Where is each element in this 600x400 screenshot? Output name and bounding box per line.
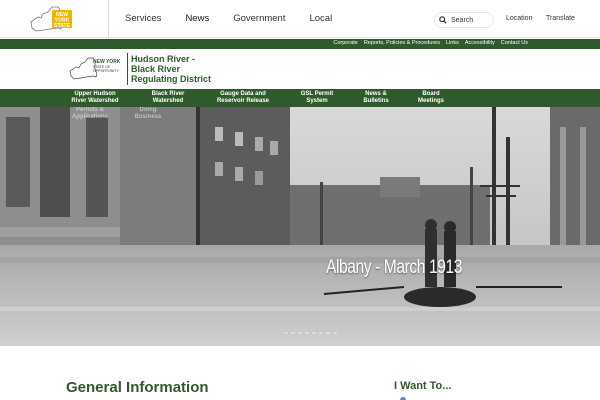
agency-nav-upper-hudson[interactable]: Upper Hudson River Watershed	[62, 91, 128, 105]
nys-opportunity-logo[interactable]: NEW YORK STATE OF OPPORTUNITY.	[68, 53, 128, 83]
search-input[interactable]: Search	[434, 12, 494, 28]
global-header: NEW YORK STATE Services News Government …	[0, 0, 600, 38]
ghost-label-line: Permits &	[75, 107, 104, 113]
nav-label-line: Meetings	[417, 98, 444, 104]
nav-label-line: Black River	[151, 91, 185, 97]
main-nav: Services News Government Local	[125, 13, 356, 24]
agency-nav: Upper Hudson River Watershed Black River W…	[0, 89, 600, 107]
i-want-to-heading: I Want To...	[394, 380, 452, 392]
nav-item-services[interactable]: Services	[125, 13, 161, 24]
location-link[interactable]: Location	[506, 15, 532, 22]
util-link-corporate[interactable]: Corporate	[333, 40, 357, 46]
hero-caption: Albany - March 1913	[326, 257, 462, 278]
nav-label-line: Board	[422, 91, 440, 97]
nav-label-line: Bulletins	[363, 98, 389, 104]
agency-name[interactable]: Hudson River - Black River Regulating Di…	[131, 54, 221, 84]
ghost-label-line: Doing	[139, 107, 157, 113]
slide-dot[interactable]	[326, 332, 330, 334]
slide-indicators	[284, 332, 337, 334]
nav-item-government[interactable]: Government	[233, 13, 285, 24]
agency-nav-gauge-data[interactable]: Gauge Data and Reservoir Release	[207, 91, 279, 105]
slide-dot[interactable]	[312, 332, 316, 334]
ghost-submenu-business: Doing Business	[126, 107, 170, 121]
ghost-label-line: Applications	[71, 114, 108, 120]
agency-header: NEW YORK STATE OF OPPORTUNITY. Hudson Ri…	[0, 49, 600, 89]
agency-name-line: Hudson River -	[131, 54, 196, 64]
ghost-submenu-permits: Permits & Applications	[62, 107, 118, 121]
ghost-label-line: Business	[134, 114, 162, 120]
slide-dot[interactable]	[284, 332, 288, 334]
nav-label-line: Gauge Data and	[220, 91, 266, 97]
slide-dot[interactable]	[333, 332, 337, 334]
translate-link[interactable]: Translate	[546, 15, 575, 22]
nav-label-line: GSL Permit	[300, 91, 334, 97]
search-icon	[439, 16, 447, 24]
util-link-reports[interactable]: Reports, Policies & Procedures	[364, 40, 440, 46]
nav-item-news[interactable]: News	[185, 13, 209, 24]
nav-label-line: System	[306, 98, 328, 104]
nav-label-line: Reservoir Release	[216, 98, 270, 104]
agency-divider	[127, 53, 128, 85]
nav-label-line: River Watershed	[71, 98, 119, 104]
new-york-state-logo[interactable]: NEW YORK STATE	[28, 4, 76, 34]
agency-name-line: Regulating District	[131, 74, 212, 84]
util-link-accessibility[interactable]: Accessibility	[465, 40, 495, 46]
svg-text:OPPORTUNITY.: OPPORTUNITY.	[93, 69, 119, 73]
agency-nav-board[interactable]: Board Meetings	[410, 91, 452, 105]
nav-label-line: Upper Hudson	[74, 91, 116, 97]
agency-nav-news[interactable]: News & Bulletins	[354, 91, 398, 105]
util-link-links[interactable]: Links	[446, 40, 459, 46]
agency-name-line: Black River	[131, 64, 181, 74]
slide-dot[interactable]	[305, 332, 309, 334]
slide-dot[interactable]	[319, 332, 323, 334]
nav-label-line: Watershed	[152, 98, 184, 104]
nav-divider	[108, 0, 109, 38]
hero-slideshow[interactable]: Permits & Applications Doing Business Al…	[0, 107, 600, 346]
slide-dot[interactable]	[291, 332, 295, 334]
search-placeholder: Search	[451, 16, 474, 24]
nav-label-line: News &	[365, 91, 387, 97]
svg-text:STATE: STATE	[54, 23, 71, 29]
slide-dot[interactable]	[298, 332, 302, 334]
utility-bar: Corporate Reports, Policies & Procedures…	[0, 39, 600, 49]
agency-nav-gsl-permit[interactable]: GSL Permit System	[294, 91, 340, 105]
agency-nav-black-river[interactable]: Black River Watershed	[140, 91, 196, 105]
flood-photo	[0, 107, 600, 346]
nav-item-local[interactable]: Local	[309, 13, 332, 24]
util-link-contact[interactable]: Contact Us	[501, 40, 528, 46]
general-information-heading: General Information	[66, 379, 209, 396]
